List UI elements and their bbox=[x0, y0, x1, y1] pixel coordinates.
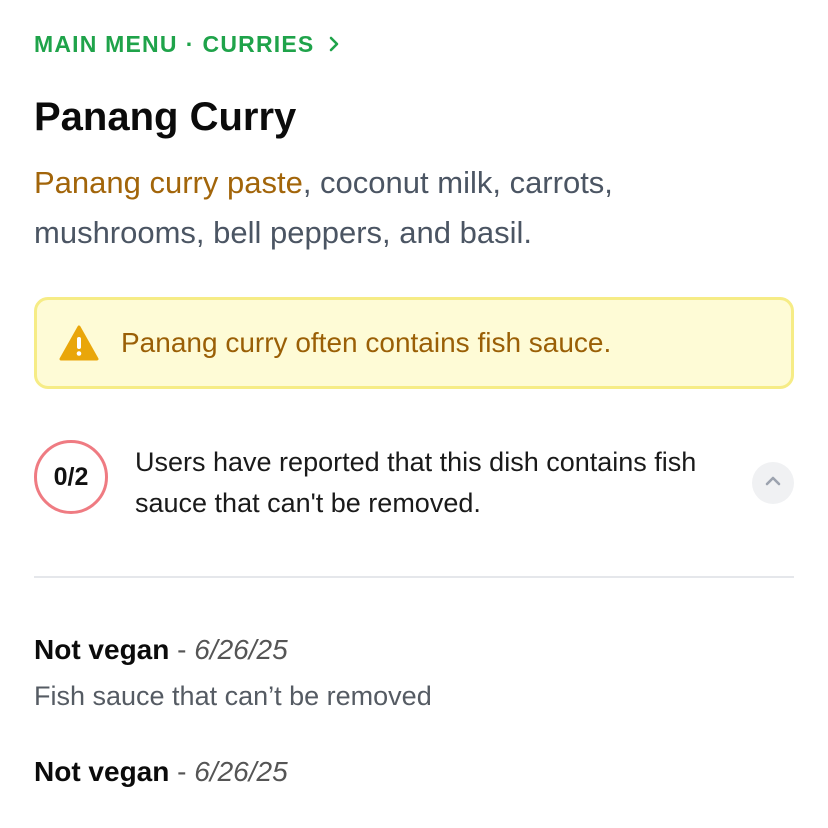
report-separator: - bbox=[177, 634, 187, 665]
breadcrumb-parent[interactable]: MAIN MENU bbox=[34, 28, 178, 60]
collapse-reports-button[interactable] bbox=[752, 462, 794, 504]
user-report-summary: 0/2 Users have reported that this dish c… bbox=[34, 440, 794, 520]
report-date: 6/26/25 bbox=[194, 634, 288, 665]
report-note: Fish sauce that can’t be removed bbox=[34, 681, 432, 711]
divider bbox=[34, 576, 794, 578]
breadcrumb-separator: · bbox=[185, 31, 195, 57]
dish-description: Panang curry paste, coconut milk, carrot… bbox=[34, 158, 754, 258]
fish-sauce-warning: Panang curry often contains fish sauce. bbox=[34, 297, 794, 389]
report-date: 6/26/25 bbox=[194, 756, 288, 787]
page-title: Panang Curry bbox=[34, 95, 297, 139]
report-count-badge: 0/2 bbox=[34, 440, 108, 514]
report-separator: - bbox=[177, 756, 187, 787]
report-entry: Not vegan - 6/26/25 bbox=[34, 753, 288, 791]
chevron-up-icon bbox=[765, 474, 781, 492]
breadcrumb[interactable]: MAIN MENU · CURRIES bbox=[34, 28, 340, 60]
report-summary-text: Users have reported that this dish conta… bbox=[135, 447, 697, 518]
report-entry: Not vegan - 6/26/25 bbox=[34, 631, 288, 669]
report-label: Not vegan bbox=[34, 634, 170, 665]
warning-text: Panang curry often contains fish sauce. bbox=[121, 327, 612, 358]
warning-triangle-icon bbox=[59, 325, 99, 361]
breadcrumb-current[interactable]: CURRIES bbox=[203, 28, 315, 60]
report-label: Not vegan bbox=[34, 756, 170, 787]
dish-detail-page: MAIN MENU · CURRIES Panang Curry Panang … bbox=[0, 0, 828, 828]
chevron-right-icon[interactable] bbox=[328, 36, 340, 52]
highlight-ingredient: Panang curry paste bbox=[34, 165, 303, 200]
